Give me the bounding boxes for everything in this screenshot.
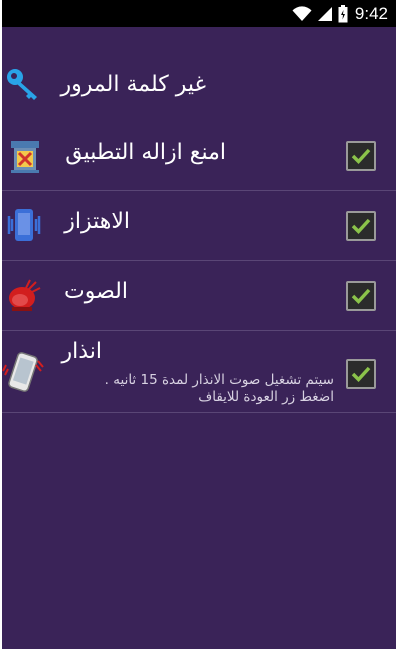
status-time: 9:42 xyxy=(354,3,388,23)
signal-icon xyxy=(317,6,332,21)
key-icon xyxy=(7,69,37,100)
checkmark-icon xyxy=(351,218,371,235)
vibrate-icon xyxy=(7,209,41,241)
checkmark-icon xyxy=(351,148,371,165)
alarm-phone-icon xyxy=(2,352,44,392)
vibration-title: الاهتزاز xyxy=(64,209,130,234)
status-bar: 9:42 xyxy=(2,0,396,27)
checkmark-icon xyxy=(351,366,371,383)
prevent-uninstall-title: امنع ازاله التطبيق xyxy=(65,140,226,165)
sound-title: الصوت xyxy=(64,279,128,304)
alarm-summary: سيتم تشغيل صوت الانذار لمدة 15 ثانيه . ا… xyxy=(104,372,334,405)
siren-icon xyxy=(9,279,41,311)
prevent-uninstall-checkbox[interactable] xyxy=(346,141,376,171)
change-password-title: غير كلمة المرور xyxy=(60,72,206,97)
wifi-icon xyxy=(292,5,312,21)
alarm-title: انذار xyxy=(61,339,102,364)
alarm-row[interactable]: انذار سيتم تشغيل صوت الانذار لمدة 15 ثان… xyxy=(2,331,396,413)
sound-row[interactable]: الصوت xyxy=(2,261,396,331)
prevent-uninstall-row[interactable]: امنع ازاله التطبيق xyxy=(2,121,396,191)
settings-screen: غير كلمة المرور امنع ازاله التطبيق الاهت… xyxy=(2,27,396,649)
alarm-checkbox[interactable] xyxy=(346,359,376,389)
row-divider xyxy=(2,412,396,413)
battery-icon xyxy=(338,4,348,22)
vibration-row[interactable]: الاهتزاز xyxy=(2,191,396,261)
uninstall-lock-icon xyxy=(11,141,39,173)
sound-checkbox[interactable] xyxy=(346,281,376,311)
checkmark-icon xyxy=(351,288,371,305)
phone-frame: 9:42 غير كلمة المرور امنع ازاله التطبيق xyxy=(0,0,400,650)
vibration-checkbox[interactable] xyxy=(346,211,376,241)
change-password-row[interactable]: غير كلمة المرور xyxy=(2,27,396,121)
